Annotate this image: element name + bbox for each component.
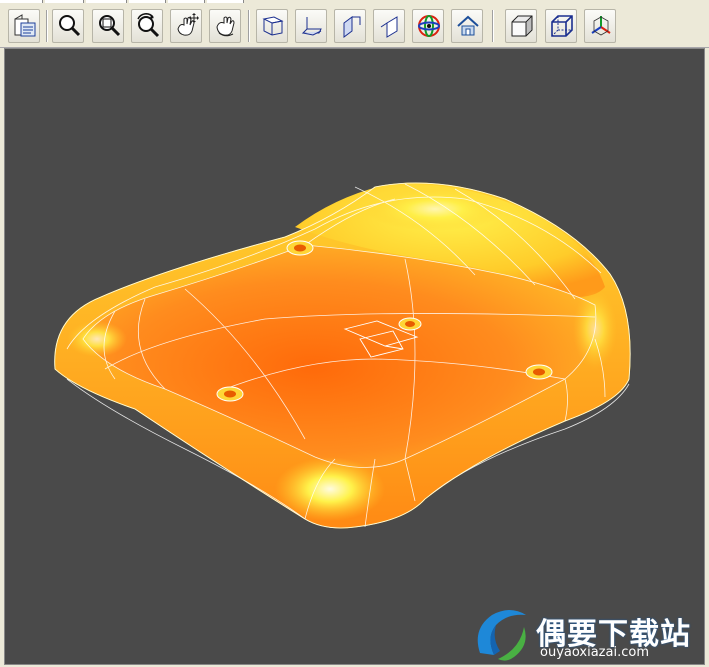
- axes-icon: [591, 16, 611, 36]
- seat-model-render[interactable]: [5, 49, 704, 664]
- view-left-icon: [343, 16, 361, 38]
- view-right-button[interactable]: [373, 9, 405, 43]
- magnifier-icon: [59, 15, 81, 37]
- orbit-icon: [418, 15, 440, 37]
- shaded-button[interactable]: [505, 9, 537, 43]
- document-view-icon: [14, 14, 36, 37]
- rotate-button[interactable]: [209, 9, 241, 43]
- axes-button[interactable]: [584, 9, 616, 43]
- view-top-button[interactable]: [256, 9, 288, 43]
- toolbar: [0, 0, 709, 48]
- home-icon: [457, 15, 479, 36]
- print-preview-button[interactable]: [8, 9, 40, 43]
- 3d-viewport[interactable]: [4, 48, 705, 665]
- view-bottom-button[interactable]: [295, 9, 327, 43]
- zoom-rotate-icon: [137, 13, 160, 38]
- wireframe-cube-icon: [551, 15, 573, 37]
- zoom-dynamic-button[interactable]: [131, 9, 163, 43]
- zoom-button[interactable]: [52, 9, 84, 43]
- wireframe-button[interactable]: [545, 9, 577, 43]
- hand-pan-icon: [177, 13, 199, 36]
- shaded-cube-icon: [511, 15, 533, 37]
- view-top-icon: [262, 16, 284, 36]
- view-orbit-button[interactable]: [412, 9, 444, 43]
- view-right-icon: [380, 16, 398, 38]
- tab-strip: [0, 0, 245, 3]
- watermark-url: ouyaoxiazai.com: [540, 645, 649, 660]
- zoom-window-icon: [99, 15, 121, 37]
- view-home-button[interactable]: [451, 9, 483, 43]
- zoom-window-button[interactable]: [92, 9, 124, 43]
- watermark: 偶要下载站 ouyaoxiazai.com: [470, 605, 700, 663]
- ouyao-logo-icon: [477, 610, 526, 661]
- view-bottom-icon: [301, 17, 322, 36]
- pan-button[interactable]: [170, 9, 202, 43]
- view-left-button[interactable]: [334, 9, 366, 43]
- hand-rotate-icon: [216, 16, 235, 37]
